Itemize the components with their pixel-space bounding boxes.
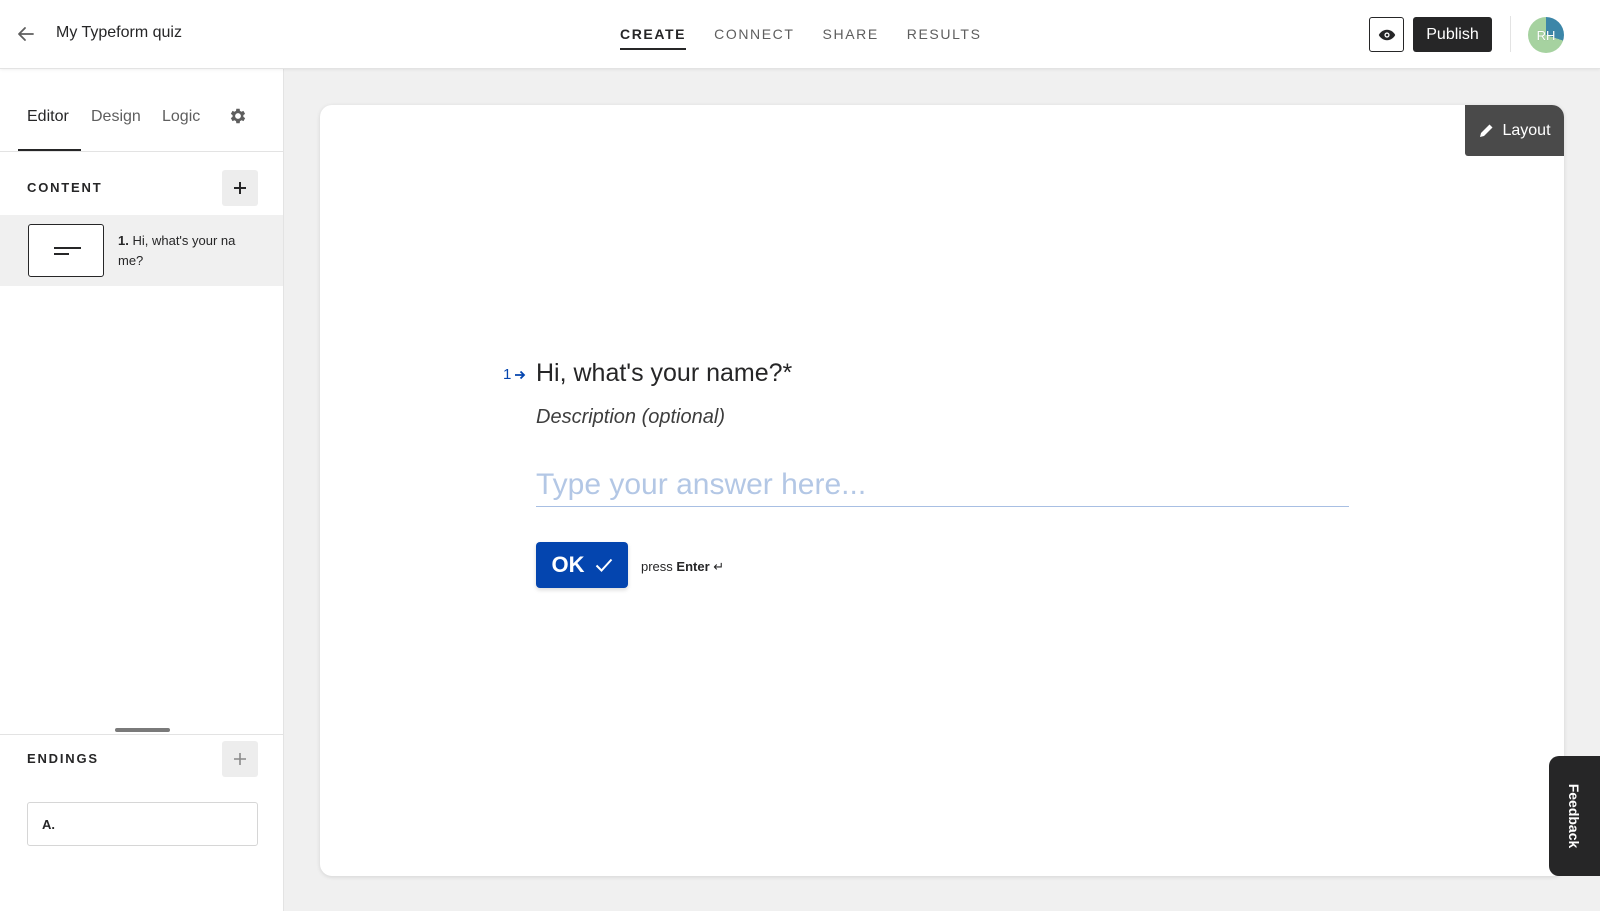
tab-connect[interactable]: CONNECT (714, 0, 794, 68)
ending-item-a[interactable]: A. (27, 802, 258, 846)
top-bar: My Typeform quiz CREATE CONNECT SHARE RE… (0, 0, 1600, 69)
tab-results[interactable]: RESULTS (907, 0, 982, 68)
add-ending-button[interactable] (222, 741, 258, 777)
press-enter-hint: press Enter ↵ (641, 559, 725, 574)
layout-button[interactable]: Layout (1465, 105, 1564, 156)
feedback-tab[interactable]: Feedback (1549, 756, 1600, 876)
question-title[interactable]: Hi, what's your name?* (536, 359, 792, 388)
arrow-right-icon (515, 370, 526, 379)
active-tab-indicator (18, 149, 81, 151)
question-description[interactable]: Description (optional) (536, 406, 725, 429)
feedback-label: Feedback (1566, 783, 1582, 849)
tab-editor[interactable]: Editor (27, 108, 69, 126)
ending-item-label: A. (42, 817, 55, 832)
endings-section-title: ENDINGS (27, 751, 99, 766)
plus-icon (234, 182, 246, 194)
pencil-icon (1480, 124, 1493, 137)
form-title[interactable]: My Typeform quiz (56, 24, 182, 42)
sidebar-tabs: Editor Design Logic (0, 69, 283, 152)
short-text-icon (28, 224, 104, 277)
enter-icon: ↵ (713, 559, 725, 574)
main-nav-tabs: CREATE CONNECT SHARE RESULTS (620, 0, 1010, 68)
checkmark-icon (595, 558, 612, 572)
content-item-label: 1. Hi, what's your name? (118, 233, 236, 268)
publish-button[interactable]: Publish (1413, 17, 1492, 52)
sidebar: Editor Design Logic CONTENT 1. Hi, what'… (0, 69, 284, 911)
ok-label: OK (551, 552, 585, 577)
ok-button[interactable]: OK (536, 542, 628, 588)
tab-create[interactable]: CREATE (620, 0, 687, 68)
endings-divider (0, 734, 283, 735)
resize-handle[interactable] (115, 728, 170, 732)
content-section-title: CONTENT (27, 180, 103, 195)
answer-input[interactable] (536, 463, 1349, 507)
plus-icon (234, 753, 246, 765)
avatar[interactable]: RH (1528, 17, 1564, 53)
preview-button[interactable] (1369, 17, 1404, 52)
tab-design[interactable]: Design (91, 108, 141, 126)
question-number: 1 (503, 366, 526, 383)
header-divider (1510, 16, 1511, 52)
add-content-button[interactable] (222, 170, 258, 206)
back-arrow-icon[interactable] (14, 22, 38, 46)
layout-label: Layout (1502, 121, 1551, 139)
content-item-1[interactable]: 1. Hi, what's your name? (0, 215, 283, 286)
gear-icon[interactable] (228, 106, 248, 126)
tab-share[interactable]: SHARE (823, 0, 879, 68)
eye-icon (1378, 29, 1395, 40)
form-preview-canvas: Layout 1 Hi, what's your name?* Descript… (320, 105, 1564, 876)
avatar-initials: RH (1536, 27, 1556, 43)
tab-logic[interactable]: Logic (162, 108, 200, 126)
